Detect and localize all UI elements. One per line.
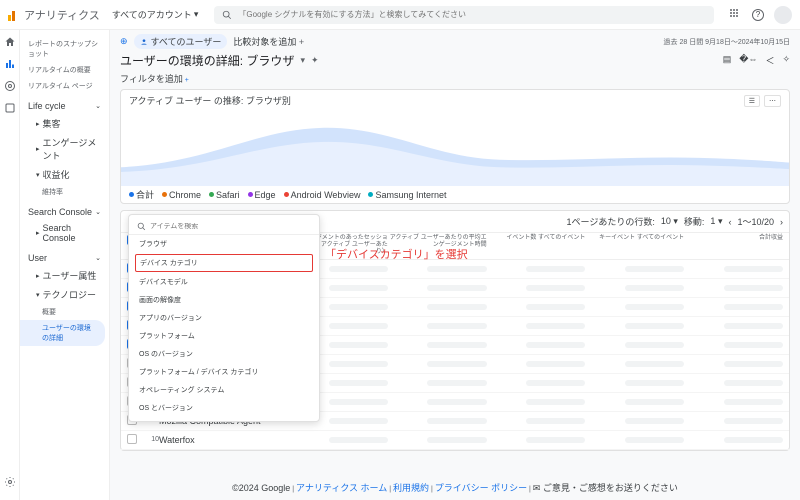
report-sidebar: レポートのスナップショット リアルタイムの概要 リアルタイム ページ Life …: [20, 30, 110, 500]
dropdown-item[interactable]: オペレーティング システム: [129, 381, 319, 399]
sidebar-item-tech-overview[interactable]: 概要: [20, 304, 109, 320]
row-name: Waterfox: [159, 435, 289, 445]
nav-rail: [0, 30, 20, 500]
dropdown-item[interactable]: 画面の解像度: [129, 291, 319, 309]
page-range: 1～10/20: [737, 215, 774, 228]
apps-icon[interactable]: [730, 9, 742, 21]
share-icon[interactable]: �⇔: [739, 54, 757, 67]
dropdown-item[interactable]: アプリのバージョン: [129, 309, 319, 327]
legend-item[interactable]: Chrome: [162, 188, 201, 201]
product-logo[interactable]: アナリティクス: [8, 7, 100, 23]
legend-dot: [162, 192, 167, 197]
sidebar-item-engagement[interactable]: ▸エンゲージメント: [20, 133, 109, 165]
segment-chip-all-users[interactable]: すべてのユーザー: [134, 34, 228, 49]
avatar[interactable]: [774, 6, 792, 24]
sidebar-group-searchconsole[interactable]: Search Console⌄: [20, 204, 109, 220]
area-chart: [121, 111, 789, 186]
share2-icon[interactable]: ＜: [765, 54, 774, 67]
chart-title: アクティブ ユーザー の推移: ブラウザ別: [129, 94, 291, 107]
sidebar-group-lifecycle[interactable]: Life cycle⌄: [20, 98, 109, 114]
customize-icon[interactable]: ▤: [723, 54, 732, 67]
page-next-icon[interactable]: ›: [780, 217, 783, 227]
footer-feedback[interactable]: ✉ ご意見・ご感想をお送りください: [533, 483, 678, 493]
sidebar-item-user-attributes[interactable]: ▸ユーザー属性: [20, 266, 109, 285]
top-actions: ?: [730, 6, 792, 24]
help-icon[interactable]: ?: [752, 9, 764, 21]
annotation-callout: 「デバイスカテゴリ」を選択: [325, 246, 468, 262]
dropdown-item[interactable]: デバイス カテゴリ: [135, 254, 313, 272]
sidebar-item-retention[interactable]: 維持率: [20, 184, 109, 200]
legend-item[interactable]: Android Webview: [284, 188, 361, 201]
chart-type-icon[interactable]: ☰: [744, 95, 760, 107]
legend-item[interactable]: Safari: [209, 188, 240, 201]
product-name: アナリティクス: [24, 7, 100, 23]
insights-icon[interactable]: ✧: [782, 54, 790, 67]
segment-toolbar: ⊕ すべてのユーザー 比較対象を追加 + 過去 28 日間 9月18日～2024…: [120, 34, 790, 49]
dropdown-item[interactable]: ブラウザ: [129, 235, 319, 253]
chevron-down-icon: ▾: [194, 9, 199, 20]
add-comparison[interactable]: 比較対象を追加 +: [233, 35, 304, 48]
analytics-logo-icon: [8, 9, 20, 21]
legend-dot: [368, 192, 373, 197]
account-switcher[interactable]: すべてのアカウント ▾: [112, 8, 199, 21]
reports-icon[interactable]: [4, 58, 16, 70]
legend-item[interactable]: Edge: [248, 188, 276, 201]
sidebar-item-snapshot[interactable]: レポートのスナップショット: [20, 36, 109, 62]
segment-add-icon[interactable]: ⊕: [120, 36, 128, 47]
title-dropdown-icon[interactable]: ▾: [300, 55, 305, 66]
account-label: すべてのアカウント: [112, 8, 192, 21]
sidebar-group-user[interactable]: User⌄: [20, 250, 109, 266]
sidebar-item-tech-details[interactable]: ユーザーの環境の詳細: [20, 320, 105, 346]
sidebar-item-monetization[interactable]: ▾収益化: [20, 165, 109, 184]
date-range[interactable]: 過去 28 日間 9月18日～2024年10月15日: [664, 37, 790, 47]
search-input[interactable]: [238, 10, 706, 19]
legend-item[interactable]: Samsung Internet: [368, 188, 446, 201]
chart-card: アクティブ ユーザー の推移: ブラウザ別 ☰ ⋯ 合計 Chrome Safari…: [120, 89, 790, 204]
sidebar-item-realtime-overview[interactable]: リアルタイムの概要: [20, 62, 109, 78]
sidebar-item-searchconsole[interactable]: ▸Search Console: [20, 220, 109, 246]
footer: ©2024 Google | アナリティクス ホーム | 利用規約 | プライバ…: [110, 481, 800, 494]
sidebar-item-realtime-page[interactable]: リアルタイム ページ: [20, 78, 109, 94]
footer-link-privacy[interactable]: プライバシー ポリシー: [435, 483, 527, 493]
footer-link-home[interactable]: アナリティクス ホーム: [296, 483, 387, 493]
admin-icon[interactable]: [4, 476, 16, 488]
footer-link-terms[interactable]: 利用規約: [393, 483, 429, 493]
legend-dot: [129, 192, 134, 197]
legend-item[interactable]: 合計: [129, 188, 154, 201]
search-bar[interactable]: [214, 6, 714, 24]
dropdown-search[interactable]: [129, 219, 319, 235]
pager: 1ページあたりの行数: 10 ▾ 移動: 1 ▾ ‹ 1～10/20 ›: [567, 215, 783, 228]
add-filter[interactable]: フィルタを追加 +: [120, 72, 790, 85]
search-icon: [222, 10, 232, 20]
home-icon[interactable]: [4, 36, 16, 48]
ads-icon[interactable]: [4, 102, 16, 114]
title-row: ユーザーの環境の詳細: ブラウザ ▾ ✦ ▤ �⇔ ＜ ✧: [120, 52, 790, 69]
row-checkbox[interactable]: [127, 434, 137, 444]
chart-menu-icon[interactable]: ⋯: [764, 95, 781, 107]
dropdown-item[interactable]: プラットフォーム / デバイス カテゴリ: [129, 363, 319, 381]
dropdown-item[interactable]: OS とバージョン: [129, 399, 319, 417]
rows-per-page-select[interactable]: 10 ▾: [661, 216, 678, 227]
sidebar-item-technology[interactable]: ▾テクノロジー: [20, 285, 109, 304]
goto-page-select[interactable]: 1 ▾: [710, 216, 722, 227]
bookmark-icon[interactable]: ✦: [311, 55, 319, 66]
sidebar-item-acquisition[interactable]: ▸集客: [20, 114, 109, 133]
table-row: 10 Waterfox: [121, 431, 789, 450]
legend-dot: [248, 192, 253, 197]
row-index: 10: [145, 436, 159, 443]
page-prev-icon[interactable]: ‹: [728, 217, 731, 227]
dropdown-item[interactable]: プラットフォーム: [129, 327, 319, 345]
chart-legend: 合計 Chrome Safari Edge Android Webview Samsung…: [121, 186, 789, 203]
dropdown-item[interactable]: デバイスモデル: [129, 273, 319, 291]
topbar: アナリティクス すべてのアカウント ▾ ?: [0, 0, 800, 30]
dropdown-item[interactable]: OS のバージョン: [129, 345, 319, 363]
explore-icon[interactable]: [4, 80, 16, 92]
legend-dot: [284, 192, 289, 197]
dropdown-search-input[interactable]: [150, 223, 311, 230]
page-title: ユーザーの環境の詳細: ブラウザ: [120, 52, 294, 69]
dimension-dropdown: ブラウザデバイス カテゴリデバイスモデル画面の解像度アプリのバージョンプラットフ…: [128, 214, 320, 422]
legend-dot: [209, 192, 214, 197]
